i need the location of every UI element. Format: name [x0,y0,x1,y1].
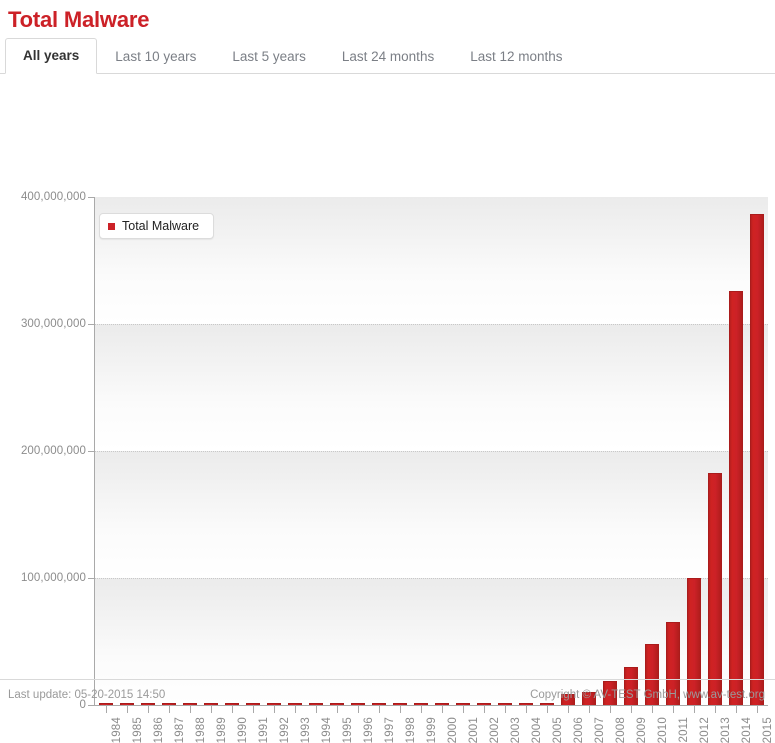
y-axis-tick-label: 100,000,000 [21,572,86,584]
bar[interactable] [750,214,764,705]
x-axis-tick-label: 2005 [552,717,564,743]
x-axis-tick-label: 2008 [615,717,627,743]
y-axis-tick-label: 200,000,000 [21,445,86,457]
x-axis-tick-label: 1989 [216,717,228,743]
x-axis-tick-label: 2001 [468,717,480,743]
x-axis-tick-label: 2011 [678,717,690,743]
tab-last-5-years[interactable]: Last 5 years [214,39,324,74]
x-axis-tick-label: 1998 [405,717,417,743]
copyright-text: Copyright © AV-TEST GmbH, www.av-test.or… [530,689,765,701]
y-axis-tick-label: 400,000,000 [21,191,86,203]
x-axis-tick-label: 2000 [447,717,459,743]
plot-area [95,197,768,705]
y-axis [94,197,95,706]
footer: Last update: 05-20-2015 14:50 Copyright … [0,679,775,709]
tab-all-years[interactable]: All years [5,38,97,74]
x-axis-tick-label: 2012 [699,717,711,743]
x-axis-tick-label: 1987 [174,717,186,743]
tab-last-24-months[interactable]: Last 24 months [324,39,452,74]
plot-band [95,324,768,451]
y-axis-tick [88,324,94,325]
tab-last-10-years[interactable]: Last 10 years [97,39,214,74]
malware-statistics-page: Total Malware All yearsLast 10 yearsLast… [0,0,775,709]
legend-label: Total Malware [122,219,199,233]
x-axis-tick-label: 1997 [384,717,396,743]
x-axis-tick-label: 1990 [237,717,249,743]
x-axis-tick-label: 1993 [300,717,312,743]
x-axis-tick-label: 2010 [657,717,669,743]
tab-last-12-months[interactable]: Last 12 months [452,39,580,74]
x-axis-tick-label: 2002 [489,717,501,743]
y-axis-tick [88,197,94,198]
x-axis-tick-label: 2006 [573,717,585,743]
x-axis-tick-label: 1996 [363,717,375,743]
x-axis-tick-label: 1995 [342,717,354,743]
x-axis-tick-label: 2009 [636,717,648,743]
x-axis-tick-label: 2013 [720,717,732,743]
x-axis-tick-label: 1999 [426,717,438,743]
tab-bar: All yearsLast 10 yearsLast 5 yearsLast 2… [0,38,775,74]
bar[interactable] [729,291,743,705]
bar[interactable] [708,473,722,705]
x-axis-tick-label: 1991 [258,717,270,743]
x-axis-tick-label: 2014 [741,717,753,743]
y-axis-tick-label: 300,000,000 [21,318,86,330]
gridline [95,578,768,579]
page-title: Total Malware [0,0,775,38]
x-axis-tick-label: 2003 [510,717,522,743]
y-axis-tick [88,451,94,452]
gridline [95,451,768,452]
x-axis-tick-label: 2007 [594,717,606,743]
chart-legend[interactable]: Total Malware [99,213,214,239]
x-axis-tick-label: 2004 [531,717,543,743]
chart-container: 0100,000,000200,000,000300,000,000400,00… [0,74,775,670]
last-update-text: Last update: 05-20-2015 14:50 [8,689,165,701]
y-axis-tick [88,578,94,579]
x-axis-tick-label: 1986 [153,717,165,743]
x-axis-tick-label: 2015 [762,717,774,743]
x-axis-tick-label: 1984 [111,717,123,743]
legend-swatch-icon [108,223,115,230]
x-axis-tick-label: 1988 [195,717,207,743]
plot-band [95,451,768,578]
x-axis-tick-label: 1992 [279,717,291,743]
x-axis-tick-label: 1985 [132,717,144,743]
gridline [95,324,768,325]
x-axis-tick-label: 1994 [321,717,333,743]
